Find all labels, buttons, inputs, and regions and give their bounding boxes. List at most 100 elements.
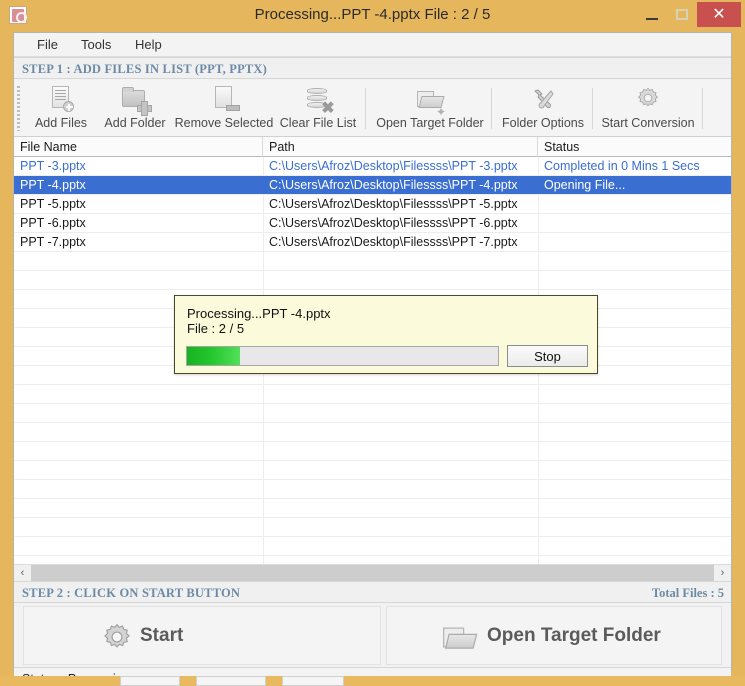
table-row[interactable]: PPT -7.pptx C:\Users\Afroz\Desktop\Files… xyxy=(14,233,731,252)
add-files-icon xyxy=(45,85,77,115)
cell-file-name: PPT -4.pptx xyxy=(20,178,86,192)
cell-status xyxy=(538,214,731,233)
toolbar-clear-file-list[interactable]: ✖ Clear File List xyxy=(276,82,360,135)
table-row[interactable]: PPT -5.pptx C:\Users\Afroz\Desktop\Files… xyxy=(14,195,731,214)
start-button[interactable]: Start xyxy=(23,606,381,665)
table-row-empty[interactable] xyxy=(14,518,731,537)
open-target-folder-label: Open Target Folder xyxy=(487,624,661,646)
toolbar-start-conversion[interactable]: Start Conversion xyxy=(600,82,696,135)
start-button-label: Start xyxy=(140,624,184,646)
title-bar: Processing...PPT -4.pptx File : 2 / 5 ✕ xyxy=(0,0,745,30)
step1-bar: STEP 1 : ADD FILES IN LIST (PPT, PPTX) xyxy=(14,57,731,79)
toolbar: Add Files Add Folder Remove Selected ✖ C… xyxy=(14,80,731,137)
cell-status xyxy=(538,195,731,214)
toolbar-start-conversion-label: Start Conversion xyxy=(601,116,695,130)
taskbar-sliver xyxy=(0,676,745,686)
stop-button[interactable]: Stop xyxy=(507,345,588,367)
table-row-empty[interactable] xyxy=(14,442,731,461)
taskbar-item[interactable] xyxy=(282,676,344,686)
toolbar-add-folder-label: Add Folder xyxy=(104,116,166,130)
gear-icon xyxy=(632,85,664,115)
table-row-empty[interactable] xyxy=(14,423,731,442)
wrench-screwdriver-glyph xyxy=(534,89,554,109)
cell-status: Opening File... xyxy=(544,178,626,192)
cell-file-name: PPT -5.pptx xyxy=(20,197,86,211)
cell-file-name: PPT -7.pptx xyxy=(20,235,86,249)
toolbar-open-target-folder-label: Open Target Folder xyxy=(376,116,484,130)
close-icon: ✕ xyxy=(712,5,726,23)
column-header-file-name[interactable]: File Name xyxy=(14,137,263,157)
window-title: Processing...PPT -4.pptx File : 2 / 5 xyxy=(254,6,491,23)
add-folder-icon xyxy=(119,85,152,116)
table-row-empty[interactable] xyxy=(14,385,731,404)
maximize-icon xyxy=(676,8,688,20)
progress-bar-fill xyxy=(187,347,240,365)
toolbar-add-folder[interactable]: Add Folder xyxy=(98,82,172,135)
table-row-empty[interactable] xyxy=(14,404,731,423)
toolbar-remove-selected[interactable]: Remove Selected xyxy=(174,82,274,135)
toolbar-grip[interactable] xyxy=(17,86,20,131)
cell-path: C:\Users\Afroz\Desktop\Filessss\PPT -6.p… xyxy=(269,216,518,230)
gear-glyph xyxy=(637,87,659,107)
total-files-label: Total Files : 5 xyxy=(651,586,724,600)
tools-wrench-icon xyxy=(527,85,559,115)
gear-icon xyxy=(104,623,130,648)
scroll-right-arrow-icon[interactable]: › xyxy=(714,565,731,582)
table-row[interactable]: PPT -4.pptx C:\Users\Afroz\Desktop\Files… xyxy=(14,176,731,195)
screen-root: Processing...PPT -4.pptx File : 2 / 5 ✕ … xyxy=(0,0,745,686)
step1-label: STEP 1 : ADD FILES IN LIST (PPT, PPTX) xyxy=(22,62,268,76)
table-row-empty[interactable] xyxy=(14,480,731,499)
cell-status xyxy=(538,233,731,252)
table-row[interactable]: PPT -6.pptx C:\Users\Afroz\Desktop\Files… xyxy=(14,214,731,233)
taskbar-item[interactable] xyxy=(196,676,266,686)
column-header-path[interactable]: Path xyxy=(263,137,538,157)
open-target-folder-button[interactable]: Open Target Folder xyxy=(386,606,722,665)
client-area: File Tools Help STEP 1 : ADD FILES IN LI… xyxy=(13,32,732,686)
toolbar-add-files[interactable]: Add Files xyxy=(28,82,94,135)
table-row-empty[interactable] xyxy=(14,499,731,518)
cell-path: C:\Users\Afroz\Desktop\Filessss\PPT -5.p… xyxy=(269,197,518,211)
dialog-file-counter: File : 2 / 5 xyxy=(187,321,245,336)
cell-path: C:\Users\Afroz\Desktop\Filessss\PPT -4.p… xyxy=(269,178,518,192)
remove-selected-icon xyxy=(208,85,240,115)
step2-label: STEP 2 : CLICK ON START BUTTON xyxy=(22,586,241,600)
horizontal-scrollbar[interactable]: ‹ › xyxy=(14,564,731,582)
toolbar-open-target-folder[interactable]: ✦ Open Target Folder xyxy=(374,82,486,135)
open-folder-icon: ✦ xyxy=(414,85,446,118)
menu-item-help[interactable]: Help xyxy=(126,33,171,57)
table-row-empty[interactable] xyxy=(14,252,731,271)
menu-bar: File Tools Help xyxy=(14,33,731,57)
minimize-icon xyxy=(646,17,658,20)
table-row-empty[interactable] xyxy=(14,537,731,556)
close-button[interactable]: ✕ xyxy=(697,2,741,27)
processing-dialog: Processing...PPT -4.pptx File : 2 / 5 St… xyxy=(174,295,598,374)
application-window: Processing...PPT -4.pptx File : 2 / 5 ✕ … xyxy=(0,0,745,686)
progress-bar xyxy=(186,346,499,366)
clear-file-list-icon: ✖ xyxy=(302,85,335,117)
taskbar-item[interactable] xyxy=(120,676,180,686)
table-row-empty[interactable] xyxy=(14,271,731,290)
cell-path: C:\Users\Afroz\Desktop\Filessss\PPT -7.p… xyxy=(269,235,518,249)
menu-item-tools[interactable]: Tools xyxy=(72,33,120,57)
cell-file-name: PPT -6.pptx xyxy=(20,216,86,230)
table-row-empty[interactable] xyxy=(14,461,731,480)
file-list-header: File Name Path Status xyxy=(14,137,731,157)
step2-bar: STEP 2 : CLICK ON START BUTTON Total Fil… xyxy=(14,581,731,603)
maximize-button[interactable] xyxy=(667,2,697,27)
minimize-button[interactable] xyxy=(637,2,667,27)
menu-item-file[interactable]: File xyxy=(28,33,67,57)
cell-file-name: PPT -3.pptx xyxy=(20,159,86,173)
scroll-left-arrow-icon[interactable]: ‹ xyxy=(14,565,31,582)
table-row[interactable]: PPT -3.pptx C:\Users\Afroz\Desktop\Files… xyxy=(14,157,731,176)
toolbar-remove-selected-label: Remove Selected xyxy=(174,116,274,130)
toolbar-clear-file-list-label: Clear File List xyxy=(279,116,357,130)
toolbar-folder-options-label: Folder Options xyxy=(502,116,584,130)
toolbar-folder-options[interactable]: Folder Options xyxy=(498,82,588,135)
dialog-processing-text: Processing...PPT -4.pptx xyxy=(187,306,331,321)
column-header-status[interactable]: Status xyxy=(538,137,731,157)
cell-path: C:\Users\Afroz\Desktop\Filessss\PPT -3.p… xyxy=(269,159,518,173)
open-folder-icon xyxy=(443,625,478,650)
toolbar-add-files-label: Add Files xyxy=(34,116,88,130)
cell-status: Completed in 0 Mins 1 Secs xyxy=(544,159,700,173)
scrollbar-thumb[interactable] xyxy=(31,565,714,582)
